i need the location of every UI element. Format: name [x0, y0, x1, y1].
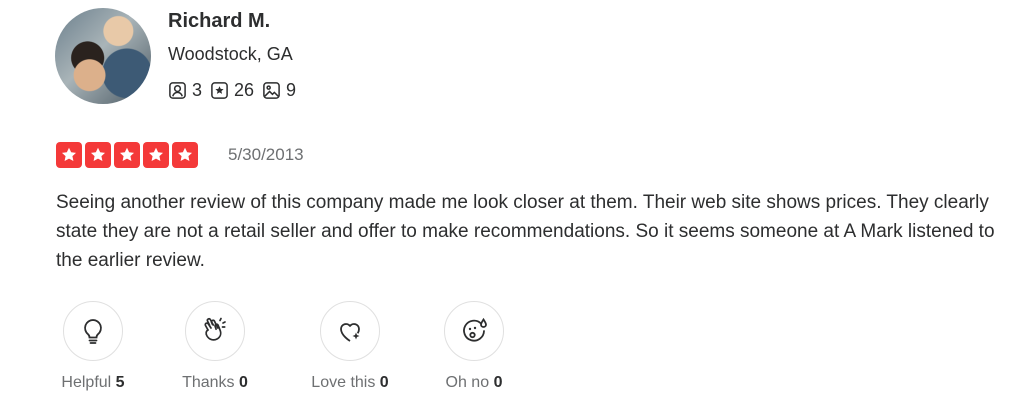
helpful-reaction[interactable]: Helpful 5 — [56, 301, 130, 392]
thanks-count: 0 — [239, 374, 248, 391]
photos-count: 9 — [286, 80, 297, 100]
star-icon — [143, 142, 169, 168]
photos-stat: 9 — [262, 80, 296, 101]
review-text: Seeing another review of this company ma… — [56, 192, 995, 271]
lightbulb-icon — [84, 319, 102, 344]
reviewer-stats: 3 26 9 — [168, 80, 296, 101]
oh-no-label: Oh no 0 — [445, 374, 503, 391]
friends-count: 3 — [192, 80, 203, 100]
star-rating — [56, 142, 198, 168]
star-icon — [114, 142, 140, 168]
thanks-button[interactable] — [185, 301, 245, 361]
reviews-star-icon — [211, 82, 228, 99]
review-date: 5/30/2013 — [228, 145, 304, 164]
helpful-button[interactable] — [63, 301, 123, 361]
clapping-hands-icon — [204, 317, 226, 341]
friends-stat: 3 — [168, 80, 202, 101]
love-this-count: 0 — [379, 374, 389, 391]
star-icon — [172, 142, 198, 168]
helpful-count: 5 — [115, 374, 125, 391]
star-icon — [56, 142, 82, 168]
love-this-reaction[interactable]: Love this 0 — [302, 301, 398, 392]
star-icon — [85, 142, 111, 168]
oh-no-count: 0 — [493, 374, 503, 391]
thanks-label: Thanks 0 — [182, 374, 248, 391]
helpful-label: Helpful 5 — [61, 374, 125, 391]
reviewer-location: Woodstock, GA — [168, 44, 293, 64]
heart-sparkle-icon — [340, 323, 360, 342]
thanks-reaction[interactable]: Thanks 0 — [178, 301, 252, 392]
reviewer-avatar[interactable] — [55, 8, 151, 104]
friends-icon — [169, 82, 186, 99]
reviews-stat: 26 — [210, 80, 254, 101]
reviews-count: 26 — [234, 80, 255, 100]
oh-no-reaction[interactable]: Oh no 0 — [436, 301, 512, 392]
oh-no-button[interactable] — [444, 301, 504, 361]
love-this-label: Love this 0 — [311, 374, 389, 391]
surprised-face-icon — [463, 317, 487, 342]
love-this-button[interactable] — [320, 301, 380, 361]
photos-icon — [263, 82, 280, 99]
reviewer-name[interactable]: Richard M. — [168, 10, 270, 33]
